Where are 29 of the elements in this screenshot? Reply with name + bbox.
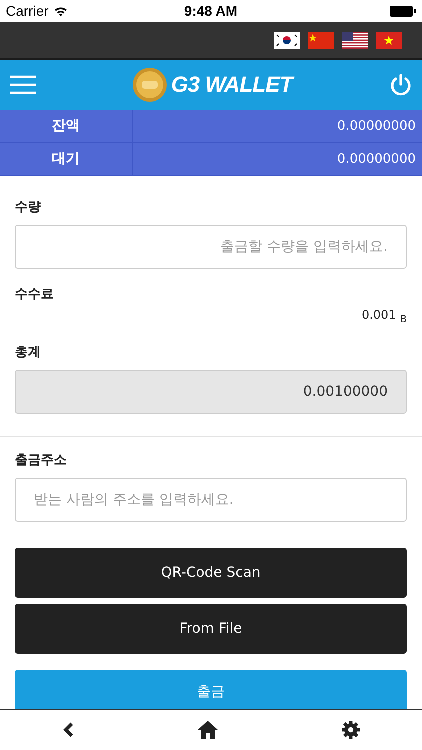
- address-field[interactable]: 받는 사람의 주소를 입력하세요.: [15, 478, 407, 522]
- field-label: 출금주소: [15, 452, 68, 470]
- battery-icon: [390, 6, 416, 16]
- balance-label: 잔액: [0, 110, 133, 142]
- field-label: 수수료: [15, 286, 55, 303]
- field-label: 수량: [15, 199, 42, 216]
- field-label: 총계: [15, 344, 42, 362]
- menu-icon[interactable]: [10, 75, 36, 95]
- balance-value: 0.00000000: [336, 150, 417, 168]
- flag-icon[interactable]: [274, 32, 300, 48]
- flag-icon[interactable]: [376, 32, 402, 48]
- flag-icon[interactable]: [342, 32, 368, 48]
- carrier-name: Carrier: [6, 3, 49, 19]
- flag-icon[interactable]: [308, 32, 334, 48]
- home-icon[interactable]: [198, 721, 218, 739]
- amount-field[interactable]: 출금할 수량을 입력하세요.: [15, 225, 407, 269]
- action-button[interactable]: QR-Code Scan: [15, 548, 407, 598]
- back-icon[interactable]: [62, 722, 74, 738]
- action-button[interactable]: From File: [15, 604, 407, 654]
- wifi-icon: [54, 6, 68, 16]
- settings-icon[interactable]: [342, 721, 360, 739]
- balance-label: 대기: [0, 143, 133, 175]
- power-icon[interactable]: [390, 74, 412, 96]
- balance-value: 0.00000000: [336, 118, 417, 136]
- app-title: G3 WALLET: [171, 72, 293, 98]
- coin-logo-icon: [133, 68, 168, 102]
- fee-value: 0.001 $_{B}$: [362, 308, 407, 326]
- total-field: 0.00100000: [15, 370, 407, 414]
- status-time: 9:48 AM: [184, 3, 238, 19]
